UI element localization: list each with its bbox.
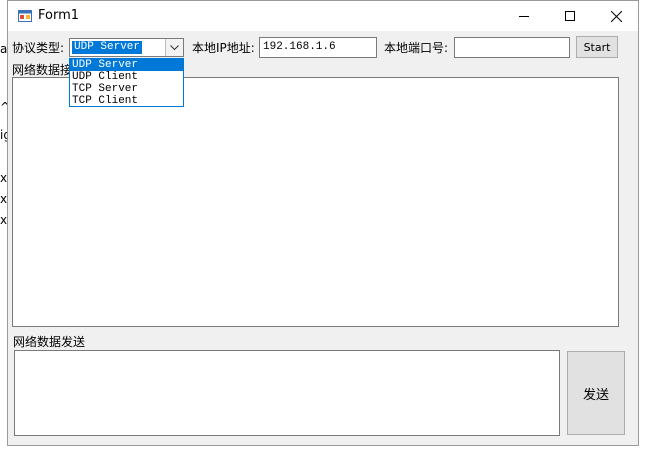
protocol-dropdown-list: UDP Server UDP Client TCP Server TCP Cli… xyxy=(69,58,184,107)
close-icon xyxy=(610,10,622,22)
send-button[interactable]: 发送 xyxy=(567,351,625,435)
chevron-down-icon xyxy=(170,44,179,50)
receive-label: 网络数据接 xyxy=(12,63,73,77)
window-title: Form1 xyxy=(38,8,80,23)
local-ip-input[interactable]: 192.168.1.6 xyxy=(259,37,377,58)
protocol-option[interactable]: TCP Client xyxy=(70,95,183,107)
local-port-input[interactable] xyxy=(454,37,570,58)
protocol-selected-value: UDP Server xyxy=(72,41,143,54)
receive-textarea[interactable] xyxy=(12,77,619,327)
send-textarea[interactable] xyxy=(14,350,560,436)
protocol-label: 协议类型: xyxy=(12,41,65,55)
combo-dropdown-button[interactable] xyxy=(165,39,183,56)
protocol-combobox[interactable]: UDP Server xyxy=(69,38,184,57)
protocol-option[interactable]: TCP Server xyxy=(70,83,183,95)
maximize-button[interactable] xyxy=(547,1,593,31)
title-bar[interactable]: Form1 xyxy=(8,1,638,31)
maximize-icon xyxy=(565,11,575,21)
close-button[interactable] xyxy=(593,1,639,31)
minimize-icon xyxy=(519,16,529,17)
local-ip-label: 本地IP地址: xyxy=(192,41,255,55)
protocol-option[interactable]: UDP Server xyxy=(70,59,183,71)
winforms-app-icon xyxy=(18,9,32,23)
protocol-option[interactable]: UDP Client xyxy=(70,71,183,83)
minimize-button[interactable] xyxy=(501,1,547,31)
local-port-label: 本地端口号: xyxy=(384,41,449,55)
start-button[interactable]: Start xyxy=(576,36,618,58)
local-ip-value: 192.168.1.6 xyxy=(263,41,336,53)
send-label: 网络数据发送 xyxy=(13,335,86,349)
form1-window: Form1 协议类型: UDP Server 本地IP地址: 192.168.1… xyxy=(7,0,639,446)
